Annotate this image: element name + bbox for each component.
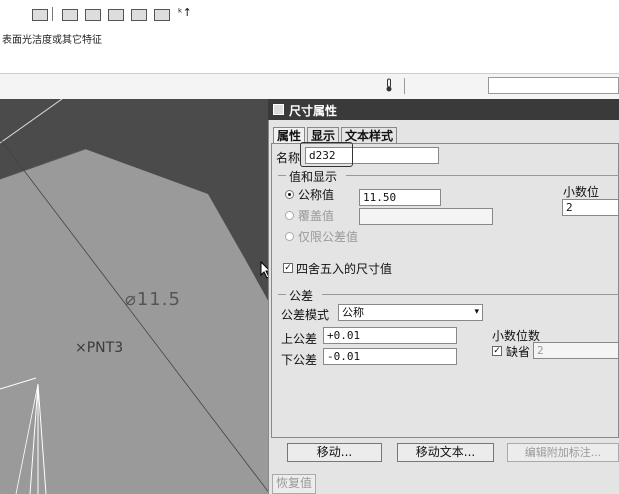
radio-override[interactable] [285,211,294,220]
tolerance-group-title: 公差 [289,289,314,303]
name-label: 名称 [276,151,301,165]
radio-tolerance-only[interactable] [285,232,294,241]
toolbar-icon-4[interactable] [131,9,147,21]
edge-line [0,99,63,144]
lower-tolerance-field[interactable]: -0.01 [323,348,457,365]
radio-nominal-label: 公称值 [298,188,335,202]
override-value-field[interactable] [359,208,493,225]
tolerance-mode-value: 公称 [342,306,364,319]
restore-values-button[interactable]: 恢复值 [272,474,317,494]
radio-override-label: 覆盖值 [298,209,335,223]
decimal-places-field[interactable]: 2 [562,199,619,216]
round-checkbox[interactable]: ✓ [283,263,293,273]
value-group-title: 值和显示 [289,170,338,184]
tolerance-default-checkbox[interactable]: ✓ [492,346,502,356]
toolbar-icon-1[interactable] [62,9,78,21]
point-label: ×PNT3 [75,340,124,356]
feature-icon[interactable] [32,9,48,21]
tab-properties[interactable]: 属性 [273,127,306,144]
top-toolbar: ᵏ↑ [0,0,619,26]
dialog-app-icon [273,104,284,115]
feature-label: 表面光洁度或其它特征 [2,35,102,46]
radio-nominal[interactable] [285,190,294,199]
decimal-places-label: 小数位 [563,185,600,199]
radio-tolerance-only-label: 仅限公差值 [298,230,359,244]
dimension-label[interactable]: ⌀11.5 [125,289,181,310]
toolbar-icon-2[interactable] [85,9,101,21]
upper-tolerance-field[interactable]: +0.01 [323,327,457,344]
upper-tolerance-label: 上公差 [281,332,318,346]
toolbar-icon-6[interactable]: ᵏ↑ [178,6,192,19]
model-face [0,149,270,494]
name-highlight [300,142,353,167]
edit-note-button[interactable]: 编辑附加标注... [507,443,619,462]
tolerance-mode-select[interactable]: 公称 ▾ [338,304,483,321]
model-viewport[interactable]: ⌀11.5 ×PNT3 [0,99,270,494]
thermometer-icon[interactable] [384,78,394,92]
filter-input[interactable] [488,77,619,94]
move-text-button[interactable]: 移动文本... [397,443,494,462]
toolbar-icon-3[interactable] [108,9,124,21]
round-checkbox-label: 四舍五入的尺寸值 [296,262,393,276]
tolerance-mode-label: 公差模式 [281,308,330,322]
dialog-title: 尺寸属性 [289,104,338,118]
tolerance-default-label: 缺省 [506,345,531,359]
toolbar-separator [52,7,53,21]
lower-tolerance-label: 下公差 [281,353,318,367]
toolbar-icon-5[interactable] [154,9,170,21]
dropdown-arrow-icon: ▾ [474,307,479,317]
nominal-value-field[interactable]: 11.50 [359,189,441,206]
move-button[interactable]: 移动... [287,443,382,462]
tolerance-decimal-field[interactable]: 2 [533,342,619,359]
status-separator [404,78,405,94]
